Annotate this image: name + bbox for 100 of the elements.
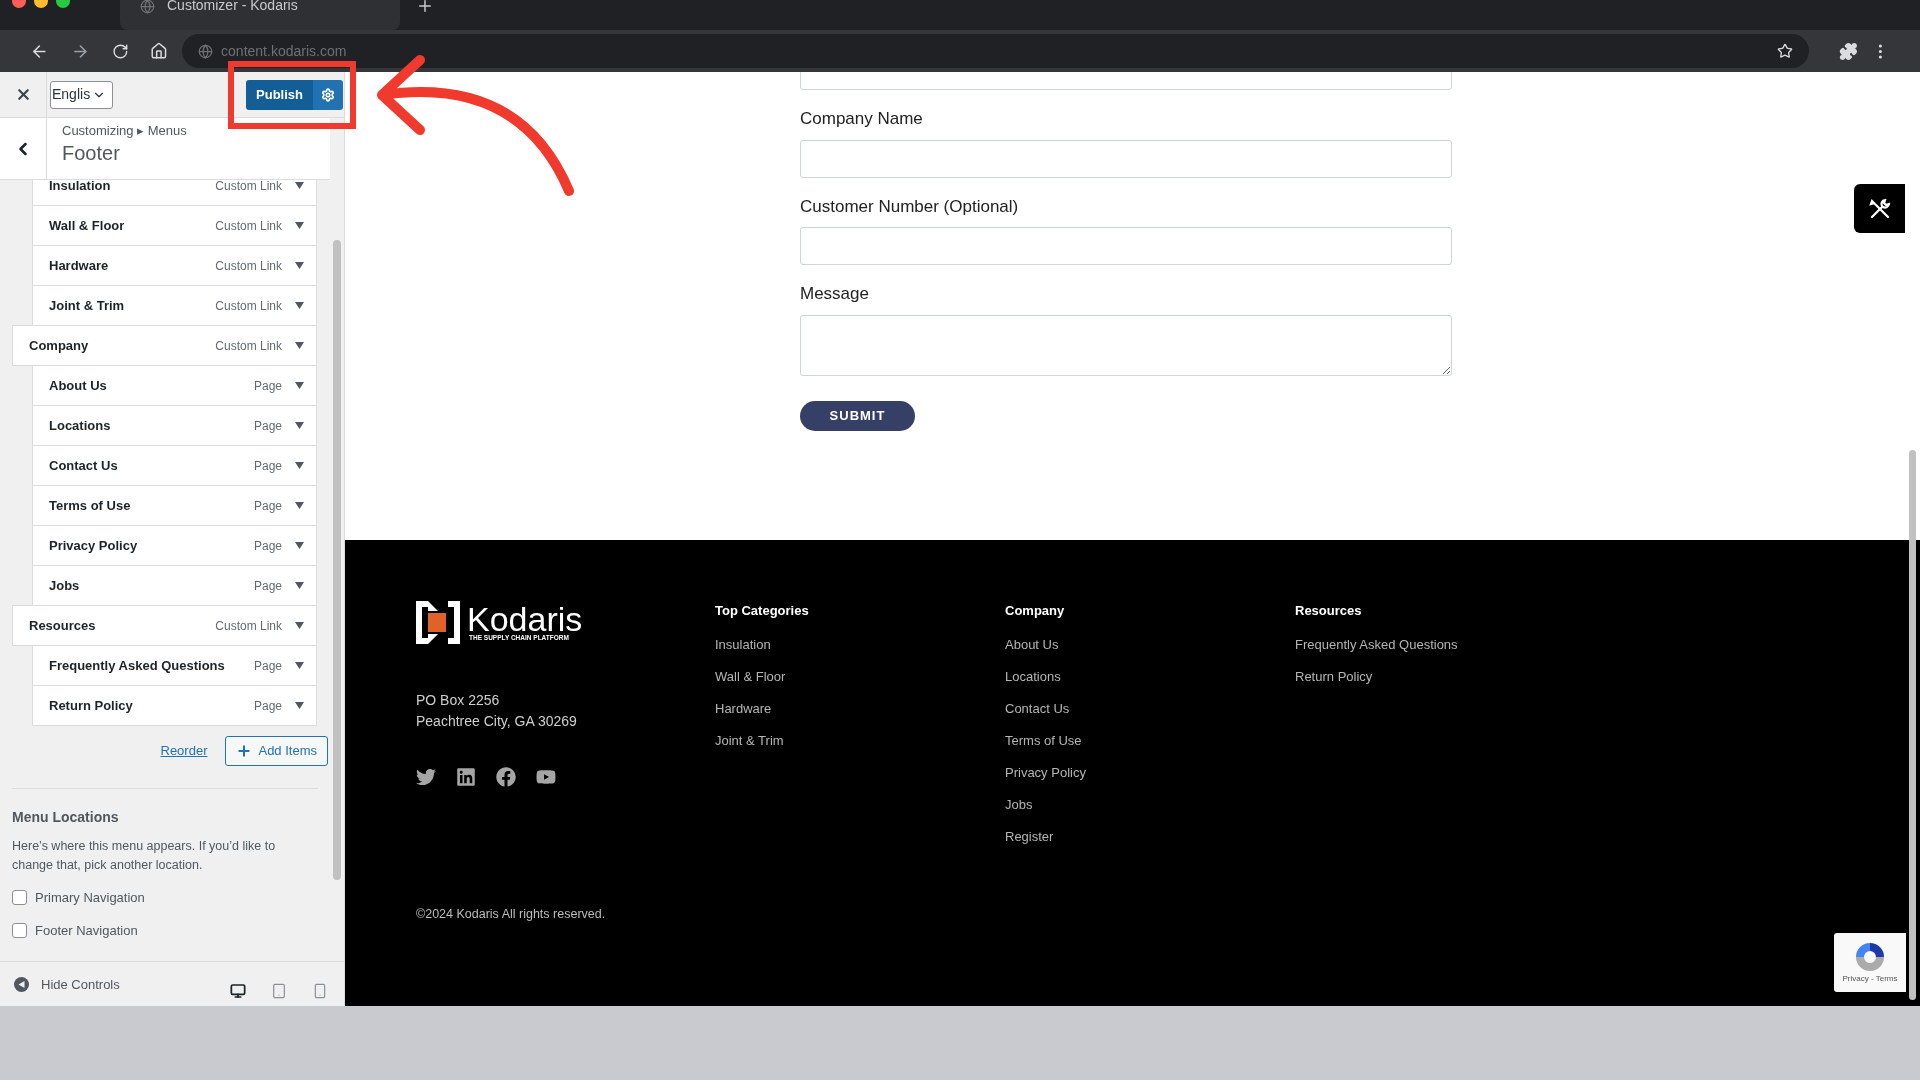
footer-column-heading: Resources <box>1295 602 1363 620</box>
hide-controls-button[interactable]: Hide Controls <box>0 962 120 995</box>
description-text: Here’s where this menu appears. If you’d like to change that, pick another location. <box>12 838 277 874</box>
menu-item-type: Page <box>253 537 282 555</box>
menu-item-type: Custom Link <box>215 180 282 195</box>
menu-item-title: Contact Us <box>49 456 118 475</box>
menu-item[interactable]: Insulation Custom Link <box>32 180 317 206</box>
footer-link[interactable]: Frequently Asked Questions <box>1295 635 1458 653</box>
menu-item-title: Locations <box>49 416 111 435</box>
footer-link[interactable]: Locations <box>1005 667 1061 685</box>
caret-icon[interactable] <box>295 262 304 269</box>
caret-icon[interactable] <box>295 502 304 509</box>
menu-item-title: Privacy Policy <box>49 536 138 555</box>
menu-item-title: Insulation <box>49 180 111 195</box>
message-field[interactable] <box>800 314 1452 376</box>
home-icon[interactable] <box>150 42 169 60</box>
caret-icon[interactable] <box>295 462 304 469</box>
linkedin-icon[interactable] <box>456 767 476 787</box>
facebook-icon[interactable] <box>496 767 516 787</box>
menu-item[interactable]: Terms of Use Page <box>32 485 317 526</box>
footer-link[interactable]: Register <box>1005 827 1054 845</box>
recaptcha-badge[interactable]: Privacy - Terms <box>1834 933 1906 992</box>
footer-link[interactable]: Joint & Trim <box>715 731 784 749</box>
menu-item-title: Terms of Use <box>49 496 131 515</box>
caret-icon[interactable] <box>295 302 304 309</box>
publish-settings-button[interactable] <box>313 79 343 110</box>
menu-item-title: Frequently Asked Questions <box>49 656 225 675</box>
menu-item-title: Hardware <box>49 256 109 275</box>
checkbox[interactable] <box>12 922 27 938</box>
caret-icon[interactable] <box>295 342 304 349</box>
menu-item-title: About Us <box>49 376 107 395</box>
footer-link[interactable]: Insulation <box>715 635 771 653</box>
settings-icon <box>321 87 335 102</box>
menu-item[interactable]: Return Policy Page <box>32 685 317 726</box>
caret-icon[interactable] <box>295 662 304 669</box>
menu-item-type: Page <box>253 697 282 715</box>
section-title: Footer <box>62 140 121 166</box>
menu-item-type: Custom Link <box>215 217 282 235</box>
add-items-button[interactable]: Add Items <box>225 736 328 766</box>
menu-item-type: Page <box>253 377 282 395</box>
breadcrumb: Customizing ▸ Menus <box>62 122 187 140</box>
submit-button[interactable]: SUBMIT <box>800 400 915 431</box>
caret-icon[interactable] <box>295 422 304 429</box>
footer-link[interactable]: Terms of Use <box>1005 731 1082 749</box>
input-field[interactable] <box>800 227 1452 265</box>
menu-item-type: Page <box>253 657 282 675</box>
menu-item[interactable]: Hardware Custom Link <box>32 245 317 286</box>
menu-item-type: Custom Link <box>215 617 282 635</box>
menu-item[interactable]: Contact Us Page <box>32 445 317 486</box>
scrollbar[interactable] <box>333 240 341 880</box>
menu-item[interactable]: Locations Page <box>32 405 317 446</box>
new-tab-icon[interactable] <box>416 0 434 15</box>
menu-item[interactable]: Company Custom Link <box>12 325 317 366</box>
menu-item[interactable]: Joint & Trim Custom Link <box>32 285 317 326</box>
footer-link[interactable]: Privacy Policy <box>1005 763 1086 781</box>
footer-link[interactable]: Hardware <box>715 699 772 717</box>
footer-link[interactable]: Jobs <box>1005 795 1033 813</box>
menu-item[interactable]: Frequently Asked Questions Page <box>32 645 317 686</box>
menu-item-title: Resources <box>29 616 96 635</box>
caret-icon[interactable] <box>295 582 304 589</box>
browser-tab[interactable]: Customizer - Kodaris <box>120 0 400 30</box>
menu-item-type: Custom Link <box>215 257 282 275</box>
footer-link[interactable]: Return Policy <box>1295 667 1373 685</box>
caret-icon[interactable] <box>295 182 304 189</box>
extensions-icon[interactable] <box>1838 41 1858 61</box>
menu-item[interactable]: Privacy Policy Page <box>32 525 317 566</box>
footer-link[interactable]: Contact Us <box>1005 699 1070 717</box>
reload-icon[interactable] <box>111 42 129 60</box>
menu-item-title: Wall & Floor <box>49 216 125 235</box>
menu-item[interactable]: Wall & Floor Custom Link <box>32 205 317 246</box>
caret-icon[interactable] <box>295 382 304 389</box>
menu-item[interactable]: Jobs Page <box>32 565 317 606</box>
caret-icon[interactable] <box>295 542 304 549</box>
bookmark-star-icon[interactable] <box>1776 43 1793 59</box>
scrollbar[interactable] <box>1909 450 1916 1000</box>
menu-item-type: Page <box>253 497 282 515</box>
caret-icon[interactable] <box>295 702 304 709</box>
caret-icon[interactable] <box>295 222 304 229</box>
footer-link[interactable]: Wall & Floor <box>715 667 786 685</box>
menu-item-title: Return Policy <box>49 696 133 715</box>
caret-icon[interactable] <box>295 622 304 629</box>
input-field[interactable] <box>800 139 1452 178</box>
checkbox[interactable] <box>12 890 27 906</box>
youtube-icon[interactable] <box>536 767 556 787</box>
language-select[interactable]: Englis <box>50 80 113 109</box>
menu-item-type: Page <box>253 417 282 435</box>
footer-column-heading: Company <box>1005 602 1066 620</box>
menu-item-title: Company <box>29 336 89 355</box>
checkbox-label: Footer Navigation <box>35 921 138 940</box>
reorder-link[interactable]: Reorder <box>160 741 208 761</box>
logo-mark-icon <box>416 601 460 644</box>
menu-item[interactable]: About Us Page <box>32 365 317 406</box>
footer-link[interactable]: About Us <box>1005 635 1059 653</box>
twitter-icon[interactable] <box>416 767 436 787</box>
menu-item-type: Page <box>253 577 282 595</box>
tools-button[interactable] <box>1854 184 1905 233</box>
globe-icon <box>140 0 155 14</box>
publish-button[interactable]: Publish <box>246 79 313 110</box>
menu-item[interactable]: Resources Custom Link <box>12 605 317 646</box>
footer-column-heading: Top Categories <box>715 602 810 620</box>
